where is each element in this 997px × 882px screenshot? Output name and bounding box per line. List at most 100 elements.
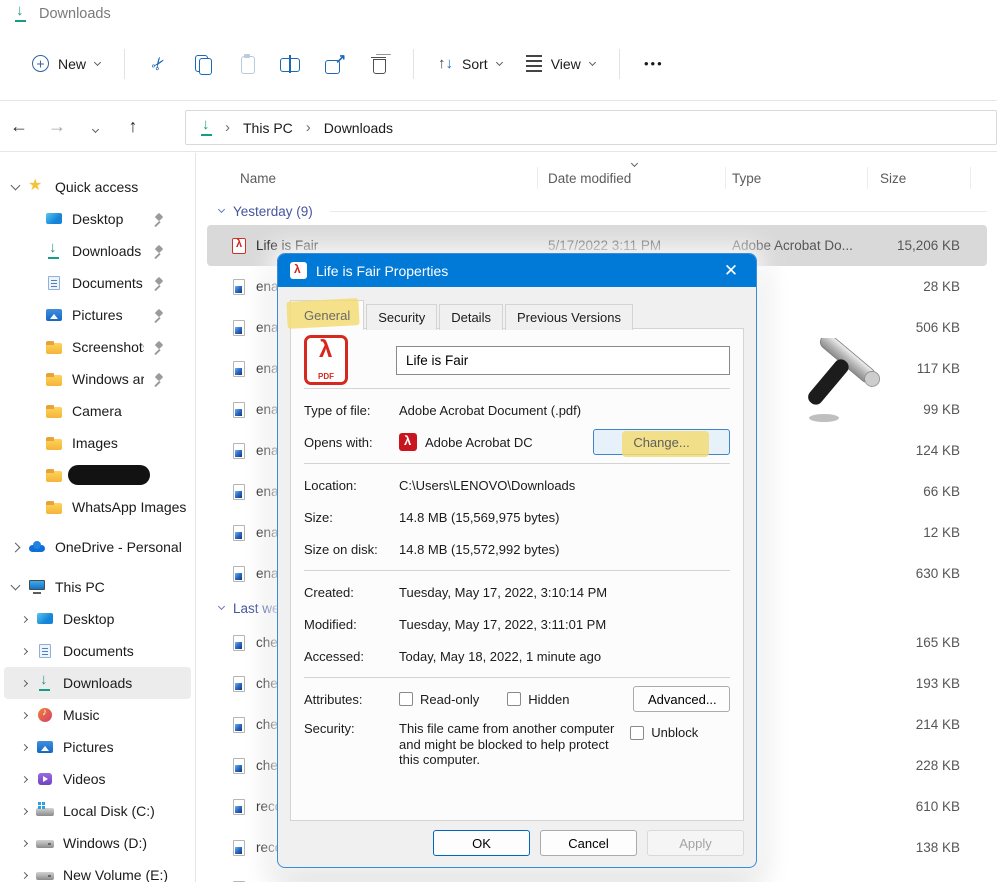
file-size: 99 KB xyxy=(874,402,960,417)
pin-icon xyxy=(153,309,165,322)
created-label: Created: xyxy=(304,585,399,600)
apply-button[interactable]: Apply xyxy=(647,830,744,856)
file-size: 228 KB xyxy=(874,758,960,773)
rename-button[interactable] xyxy=(269,45,313,83)
hidden-checkbox[interactable] xyxy=(507,692,521,706)
sidebar-item-quick-access[interactable]: Quick access xyxy=(4,171,191,203)
sidebar-item-icon xyxy=(45,371,63,387)
properties-dialog: Life is Fair Properties ✕ General Securi… xyxy=(277,253,757,868)
column-header-type[interactable]: Type xyxy=(732,171,874,186)
tab-security[interactable]: Security xyxy=(366,304,437,330)
sidebar-item[interactable]: Documents xyxy=(4,635,191,667)
change-button[interactable]: Change... xyxy=(593,429,730,455)
navigation-bar: ← → ↑ › This PC › Downloads xyxy=(0,102,997,152)
sidebar-item[interactable]: Pictures xyxy=(4,731,191,763)
file-date-modified: 5/17/2022 3:11 PM xyxy=(548,238,732,253)
chevron-right-icon xyxy=(21,711,28,718)
sidebar-item-label: Desktop xyxy=(72,211,123,227)
sidebar-item[interactable]: Images xyxy=(4,427,191,459)
sidebar-item[interactable]: Downloads xyxy=(4,235,191,267)
group-header-yesterday[interactable]: Yesterday (9) xyxy=(207,197,987,225)
toolbar-separator xyxy=(619,49,620,79)
cancel-button[interactable]: Cancel xyxy=(540,830,637,856)
readonly-checkbox[interactable] xyxy=(399,692,413,706)
paste-button[interactable] xyxy=(225,45,269,83)
file-icon xyxy=(230,758,248,774)
tab-general[interactable]: General xyxy=(290,300,364,330)
delete-button[interactable] xyxy=(357,45,401,83)
sidebar-item-label: Images xyxy=(72,435,118,451)
file-row[interactable]: deleted data W11 S 5/11/2022 2:00 PM PNG… xyxy=(207,868,987,882)
scissors-cut-icon: ✂ xyxy=(147,52,172,75)
sidebar-item-label: OneDrive - Personal xyxy=(55,539,182,555)
unblock-checkbox[interactable] xyxy=(630,726,644,740)
sidebar-item[interactable]: Windows (D:) xyxy=(4,827,191,859)
sort-button[interactable]: ↑↓ Sort xyxy=(426,45,514,83)
sidebar-item-icon xyxy=(36,643,54,659)
sidebar-item-onedrive[interactable]: OneDrive - Personal xyxy=(4,531,191,563)
column-divider[interactable] xyxy=(970,167,971,189)
dialog-title-bar[interactable]: Life is Fair Properties ✕ xyxy=(278,254,756,287)
advanced-button[interactable]: Advanced... xyxy=(633,686,730,712)
column-header-date-modified[interactable]: Date modified xyxy=(548,171,732,186)
column-divider[interactable] xyxy=(537,167,538,189)
sidebar-item-this-pc[interactable]: This PC xyxy=(4,571,191,603)
breadcrumb-chevron: › xyxy=(306,119,311,136)
sidebar-item-icon xyxy=(45,275,63,291)
window-tab[interactable]: Downloads xyxy=(0,0,997,27)
copy-button[interactable] xyxy=(181,45,225,83)
breadcrumb-this-pc[interactable]: This PC xyxy=(239,118,297,138)
sidebar-item[interactable] xyxy=(4,459,191,491)
pin-icon xyxy=(153,213,165,226)
chevron-down-icon xyxy=(94,58,101,65)
sidebar-item-icon xyxy=(36,739,54,755)
sidebar-item-label: New Volume (E:) xyxy=(63,867,168,882)
column-divider[interactable] xyxy=(867,167,868,189)
history-dropdown-button[interactable] xyxy=(76,116,114,137)
up-button[interactable]: ↑ xyxy=(114,116,152,137)
tab-details[interactable]: Details xyxy=(439,304,503,330)
column-header-size[interactable]: Size xyxy=(874,171,960,186)
chevron-right-icon xyxy=(21,615,28,622)
chevron-down-icon xyxy=(91,126,98,133)
back-button[interactable]: ← xyxy=(0,116,38,137)
modified-value: Tuesday, May 17, 2022, 3:11:01 PM xyxy=(399,617,606,632)
file-icon xyxy=(230,717,248,733)
ellipsis-icon: ••• xyxy=(644,56,664,71)
sidebar-item[interactable]: WhatsApp Images xyxy=(4,491,191,523)
security-description: This file came from another computer and… xyxy=(399,721,630,768)
ok-button[interactable]: OK xyxy=(433,830,530,856)
share-button[interactable] xyxy=(313,45,357,83)
column-header-name[interactable]: Name xyxy=(240,171,548,186)
sidebar-item[interactable]: Camera xyxy=(4,395,191,427)
paste-icon xyxy=(237,54,257,74)
sidebar-item[interactable]: Desktop xyxy=(4,203,191,235)
copy-icon xyxy=(193,54,213,74)
new-button[interactable]: New xyxy=(20,45,112,83)
cut-button[interactable]: ✂ xyxy=(137,45,181,83)
sidebar-item[interactable]: Local Disk (C:) xyxy=(4,795,191,827)
tab-previous-versions[interactable]: Previous Versions xyxy=(505,304,633,330)
sidebar-item[interactable]: Music xyxy=(4,699,191,731)
sidebar-item[interactable]: Screenshots xyxy=(4,331,191,363)
sidebar-item[interactable]: Documents xyxy=(4,267,191,299)
see-more-button[interactable]: ••• xyxy=(632,45,676,83)
sidebar-item-icon xyxy=(45,467,63,483)
column-divider[interactable] xyxy=(725,167,726,189)
file-icon xyxy=(230,443,248,459)
sidebar-item[interactable]: Windows articles xyxy=(4,363,191,395)
sidebar-item[interactable]: Pictures xyxy=(4,299,191,331)
sidebar-item[interactable]: Desktop xyxy=(4,603,191,635)
sidebar-item[interactable]: New Volume (E:) xyxy=(4,859,191,882)
breadcrumb-downloads[interactable]: Downloads xyxy=(320,118,397,138)
pdf-icon xyxy=(290,262,307,279)
filename-input[interactable] xyxy=(396,346,730,375)
sidebar-item[interactable]: Downloads xyxy=(4,667,191,699)
close-icon[interactable]: ✕ xyxy=(718,261,744,281)
address-bar[interactable]: › This PC › Downloads xyxy=(185,110,997,145)
sidebar-item[interactable]: Videos xyxy=(4,763,191,795)
view-button[interactable]: View xyxy=(514,45,607,83)
forward-button[interactable]: → xyxy=(38,116,76,137)
sidebar-item-label: This PC xyxy=(55,579,105,595)
divider xyxy=(304,463,730,464)
